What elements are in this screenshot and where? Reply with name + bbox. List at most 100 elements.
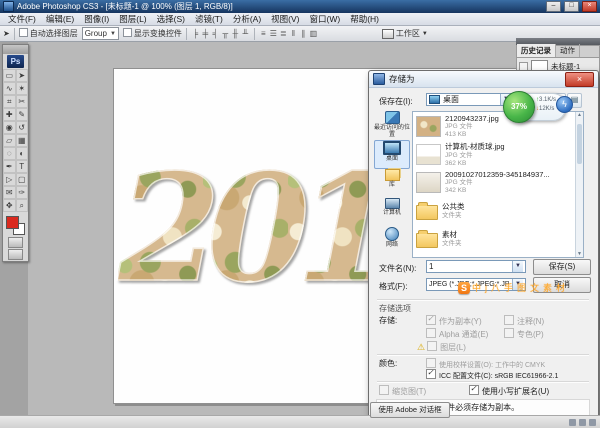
options-separator [254,28,255,40]
brush-tool-icon[interactable]: ✎ [16,108,29,121]
align-buttons[interactable]: ╞╪╡╥╫╨ [191,29,250,39]
auto-select-group-dropdown[interactable]: Group▼ [82,27,119,40]
file-row[interactable]: 计算机-材质球.jpg JPG 文件 362 KB [413,140,583,168]
menu-help[interactable]: 帮助(H) [346,13,383,25]
desktop-icon [429,95,440,104]
sidebar-item-computer[interactable]: 计算机 [374,198,410,227]
acceleration-ball[interactable]: 37% [503,91,535,123]
menu-select[interactable]: 选择(S) [153,13,189,25]
shape-tool-icon[interactable]: ▢ [16,173,29,186]
tab-actions[interactable]: 动作 [556,44,580,57]
menu-view[interactable]: 视图(V) [267,13,303,25]
workspace-button[interactable]: 工作区 ▼ [382,28,428,39]
crop-tool-icon[interactable]: ⌗ [3,95,16,108]
maximize-button[interactable]: □ [564,1,579,12]
tools-palette-header[interactable] [3,45,28,54]
tab-history[interactable]: 历史记录 [517,44,556,57]
spot-colors-checkbox[interactable]: 专色(P) [504,328,544,340]
zoom-tool-icon[interactable]: ⌕ [16,199,29,212]
tools-palette: Ps ▭➤ ∿✶ ⌗✂ ✚✎ ◉↺ ▱▦ ◌◐ ✒T ▷▢ ✉✑ ✥⌕ [2,44,29,262]
distribute-buttons[interactable]: ≡☰≣‖∥▥ [259,29,318,39]
as-copy-checkbox[interactable]: 作为副本(Y) [426,315,482,327]
ps-logo: Ps [7,55,24,68]
recent-places-icon [385,111,400,124]
folder-icon [416,233,438,248]
options-separator [186,28,187,40]
gradient-tool-icon[interactable]: ▦ [16,134,29,147]
file-row[interactable]: 20091027012359-345184937... JPG 文件 342 K… [413,168,583,196]
alpha-channels-checkbox[interactable]: Alpha 通道(E) [426,328,488,340]
slice-tool-icon[interactable]: ✂ [16,95,29,108]
sidebar-item-recent[interactable]: 最近访问的位置 [374,111,410,140]
quick-mask-button[interactable] [8,237,23,248]
move-tool-icon[interactable]: ➤ [16,69,29,82]
show-transform-checkbox[interactable]: 显示变换控件 [123,28,182,39]
menu-layer[interactable]: 图层(L) [115,13,150,25]
marquee-tool-icon[interactable]: ▭ [3,69,16,82]
filename-label: 文件名(N): [379,263,416,274]
watermark: S 中j八手图文素材 [458,281,569,294]
eyedropper-tool-icon[interactable]: ✑ [16,186,29,199]
warning-icon: ⚠ [417,342,425,352]
auto-select-checkbox[interactable]: 自动选择图层 [19,28,78,39]
format-label: 格式(F): [379,281,407,292]
sidebar-item-libraries[interactable]: 库 [374,169,410,198]
dialog-title: 存储为 [389,73,561,85]
desktop-icon [383,141,401,155]
blur-tool-icon[interactable]: ◌ [3,147,16,160]
chevron-down-icon: ▼ [512,261,523,272]
save-options-title: 存储选项 [379,303,411,314]
taskbar-tray-icons[interactable] [569,419,596,426]
file-list-scrollbar[interactable]: ▲ ▼ [575,112,583,257]
eraser-tool-icon[interactable]: ▱ [3,134,16,147]
thumbnail-checkbox[interactable]: 缩览图(T) [379,385,426,397]
sidebar-item-network[interactable]: 网络 [374,227,410,256]
lasso-tool-icon[interactable]: ∿ [3,82,16,95]
watermark-text: 中j八手图文素材 [472,281,569,294]
healing-brush-tool-icon[interactable]: ✚ [3,108,16,121]
menu-file[interactable]: 文件(F) [4,13,40,25]
dialog-close-button[interactable]: × [565,72,594,87]
file-list: 2120943237.jpg JPG 文件 413 KB 计算机-材质球.jpg… [412,111,584,258]
hand-tool-icon[interactable]: ✥ [3,199,16,212]
taskbar[interactable] [0,415,600,428]
store-label: 存储: [379,315,397,326]
magic-wand-tool-icon[interactable]: ✶ [16,82,29,95]
menu-window[interactable]: 窗口(W) [306,13,345,25]
layers-checkbox[interactable]: ⚠图层(L) [417,341,466,353]
menu-analysis[interactable]: 分析(A) [229,13,265,25]
pen-tool-icon[interactable]: ✒ [3,160,16,173]
path-select-tool-icon[interactable]: ▷ [3,173,16,186]
menu-filter[interactable]: 滤镜(T) [191,13,227,25]
scrollbar-thumb[interactable] [577,124,582,164]
clone-stamp-tool-icon[interactable]: ◉ [3,121,16,134]
history-brush-tool-icon[interactable]: ↺ [16,121,29,134]
save-as-dialog: 存储为 × 保存在(I): 桌面 ▼ ◄ ⇧ ▣ ▤ 最近访问的位置 桌面 [368,70,599,420]
close-button[interactable]: × [582,1,597,12]
app-title-bar: Adobe Photoshop CS3 - [未标题-1 @ 100% (图层 … [0,0,600,13]
dodge-tool-icon[interactable]: ◐ [16,147,29,160]
dialog-title-bar[interactable]: 存储为 × [369,71,598,88]
use-adobe-dialog-button[interactable]: 使用 Adobe 对话框 [370,402,450,418]
save-button[interactable]: 保存(S) [533,259,591,275]
save-in-dropdown[interactable]: 桌面 ▼ [426,93,514,106]
folder-row[interactable]: 公共类 文件夹 [413,196,583,224]
foreground-color-swatch[interactable] [6,216,19,229]
menu-edit[interactable]: 编辑(E) [42,13,78,25]
notes-tool-icon[interactable]: ✉ [3,186,16,199]
save-in-label: 保存在(I): [379,96,413,107]
annotations-checkbox[interactable]: 注释(N) [504,315,544,327]
folder-row[interactable]: 素材 文件夹 [413,224,583,252]
type-tool-icon[interactable]: T [16,160,29,173]
panel-tabs: 历史记录 动作 [516,45,600,57]
filename-input[interactable]: 1 ▼ [426,260,526,273]
screen-mode-button[interactable] [8,249,23,260]
image-thumbnail [416,116,441,137]
icc-profile-checkbox[interactable]: ICC 配置文件(C): sRGB IEC61966-2.1 [426,369,558,381]
minimize-button[interactable]: – [546,1,561,12]
image-thumbnail [416,144,441,165]
security-shield-icon[interactable]: ϟ [556,96,573,113]
sidebar-item-desktop[interactable]: 桌面 [374,140,410,169]
menu-image[interactable]: 图像(I) [80,13,113,25]
lowercase-extension-checkbox[interactable]: 使用小写扩展名(U) [469,385,549,397]
